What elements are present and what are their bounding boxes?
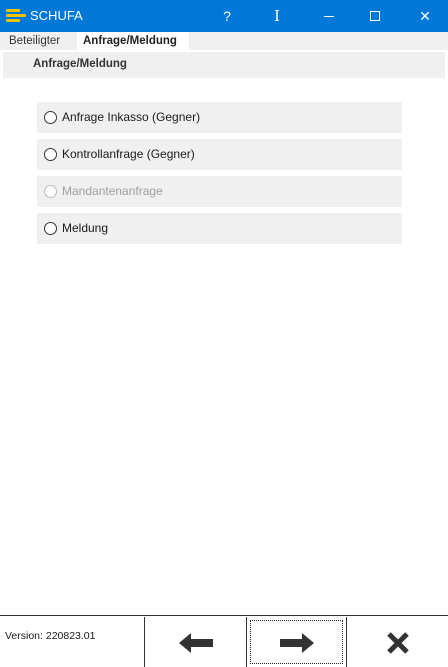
close-icon: ✕ xyxy=(419,7,431,24)
option-label: Kontrollanfrage (Gegner) xyxy=(62,147,195,161)
maximize-button[interactable] xyxy=(352,0,398,32)
focus-rectangle xyxy=(250,620,343,664)
option-label: Meldung xyxy=(62,221,109,235)
option-label: Mandantenanfrage xyxy=(62,184,163,198)
maximize-icon xyxy=(370,11,380,21)
help-button[interactable]: ? xyxy=(204,0,250,32)
option-label: Anfrage Inkasso (Gegner) xyxy=(62,110,201,124)
next-button[interactable] xyxy=(246,617,346,667)
radio-mandantenanfrage xyxy=(44,185,57,198)
schufa-logo-icon xyxy=(6,9,26,23)
minimize-icon xyxy=(324,15,334,17)
section-title: Anfrage/Meldung xyxy=(33,58,127,70)
version-label: Version: 220823.01 xyxy=(5,630,96,642)
arrow-left-icon xyxy=(178,632,213,653)
option-anfrage-inkasso[interactable]: Anfrage Inkasso (Gegner) xyxy=(37,102,402,133)
close-window-button[interactable]: ✕ xyxy=(402,0,448,32)
option-mandantenanfrage: Mandantenanfrage xyxy=(37,176,402,207)
section-header: Anfrage/Meldung xyxy=(3,52,445,78)
title-bar: SCHUFA ? I ✕ xyxy=(0,0,448,32)
tab-anfrage-meldung[interactable]: Anfrage/Meldung xyxy=(77,32,189,50)
tab-bar: Beteiligter Anfrage/Meldung xyxy=(0,32,448,50)
minimize-button[interactable] xyxy=(306,0,352,32)
tab-beteiligter[interactable]: Beteiligter xyxy=(3,32,66,50)
option-meldung[interactable]: Meldung xyxy=(37,213,402,244)
radio-kontrollanfrage[interactable] xyxy=(44,148,57,161)
footer: Version: 220823.01 xyxy=(0,615,448,667)
window-title: SCHUFA xyxy=(30,8,83,23)
text-cursor-button[interactable]: I xyxy=(254,0,300,32)
x-icon xyxy=(386,631,409,654)
radio-anfrage-inkasso[interactable] xyxy=(44,111,57,124)
help-icon: ? xyxy=(223,8,231,24)
cancel-button[interactable] xyxy=(346,617,448,667)
option-kontrollanfrage[interactable]: Kontrollanfrage (Gegner) xyxy=(37,139,402,170)
text-cursor-icon: I xyxy=(274,7,280,25)
radio-meldung[interactable] xyxy=(44,222,57,235)
back-button[interactable] xyxy=(144,617,246,667)
